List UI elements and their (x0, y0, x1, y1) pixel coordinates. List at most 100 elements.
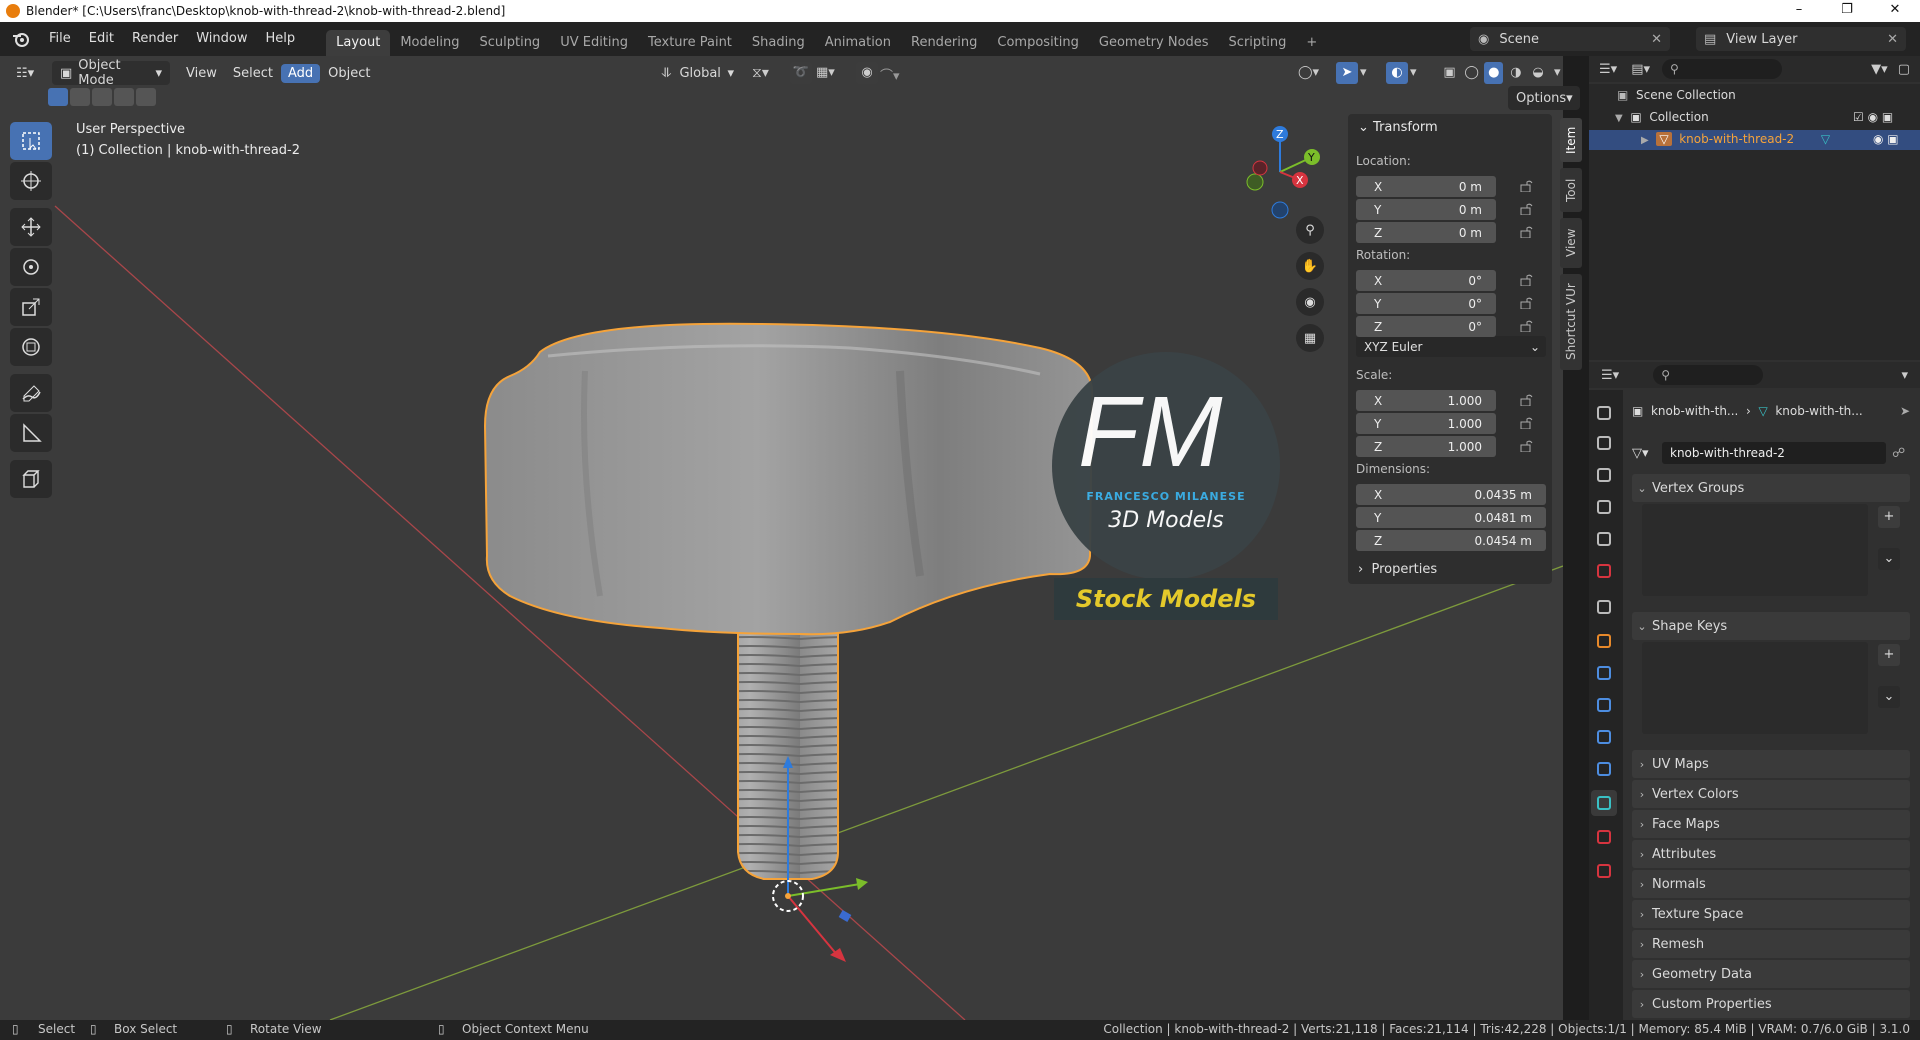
chevron-down-icon[interactable]: ▾ (1360, 65, 1367, 80)
view-layer-selector[interactable]: ▤ View Layer ✕ (1696, 27, 1906, 51)
panel-shape-keys[interactable]: ⌄ Shape Keys (1632, 612, 1910, 640)
transform-header[interactable]: ⌄ Transform (1358, 120, 1438, 135)
dimensions-z-field[interactable]: Z 0.0454 m (1356, 530, 1546, 551)
mesh-browse-icon[interactable]: ▽▾ (1632, 446, 1662, 461)
collection-props-icon[interactable] (1591, 594, 1617, 620)
lock-icon[interactable] (1520, 297, 1534, 310)
specials-menu-icon[interactable]: ⌄ (1878, 686, 1900, 708)
menu-add[interactable]: Add (280, 63, 321, 83)
overlays-icon[interactable]: ◐ (1386, 62, 1408, 84)
particles-props-icon[interactable] (1591, 692, 1617, 718)
tab-geometry-nodes[interactable]: Geometry Nodes (1089, 30, 1219, 56)
cursor-tool[interactable] (10, 162, 52, 200)
menu-object[interactable]: Object (320, 66, 378, 81)
scene-selector[interactable]: ◉ Scene ✕ (1470, 27, 1670, 51)
tab-uv-editing[interactable]: UV Editing (550, 30, 638, 56)
lock-icon[interactable] (1520, 417, 1534, 430)
tab-shortcut-vur[interactable]: Shortcut VUr (1560, 274, 1582, 370)
snap-icon[interactable]: ➰ (790, 62, 812, 84)
object-toggles[interactable]: ◉ ▣ (1873, 132, 1899, 146)
pin-icon[interactable]: ➤ (1900, 404, 1910, 418)
panel-list-area[interactable] (1642, 504, 1868, 596)
rotate-tool[interactable] (10, 248, 52, 286)
world-props-icon[interactable] (1591, 558, 1617, 584)
add-cube-tool[interactable] (10, 460, 52, 498)
menu-render[interactable]: Render (123, 22, 187, 56)
object-props-icon[interactable] (1591, 628, 1617, 654)
tab-tool[interactable]: Tool (1560, 168, 1582, 212)
object-mode-dropdown[interactable]: ▣ Object Mode ▾ (52, 58, 170, 88)
dimensions-x-field[interactable]: X 0.0435 m (1356, 484, 1546, 505)
tab-scripting[interactable]: Scripting (1219, 30, 1297, 56)
rotation-x-field[interactable]: X 0° (1356, 270, 1496, 291)
outliner-collection[interactable]: ▼ ▣ Collection (1615, 110, 1709, 124)
tool-props-icon[interactable] (1591, 400, 1617, 426)
tab-compositing[interactable]: Compositing (987, 30, 1089, 56)
collection-toggles[interactable]: ☑ ◉ ▣ (1853, 110, 1893, 124)
modifier-props-icon[interactable] (1591, 660, 1617, 686)
tab-texture-paint[interactable]: Texture Paint (638, 30, 742, 56)
falloff-icon[interactable]: ⌒▾ (880, 65, 900, 84)
select-box-tool[interactable] (10, 122, 52, 160)
select-subtract-icon[interactable] (92, 88, 112, 106)
breadcrumb-object[interactable]: knob-with-th... (1651, 404, 1738, 418)
close-icon[interactable]: ✕ (1651, 32, 1662, 47)
fake-user-icon[interactable]: ☍ (1892, 446, 1905, 461)
panel-geometry-data[interactable]: › Geometry Data (1632, 960, 1910, 988)
menu-view[interactable]: View (178, 66, 225, 81)
outliner-object[interactable]: ▶ ▽ knob-with-thread-2 ▽ (1641, 132, 1830, 146)
tab-animation[interactable]: Animation (815, 30, 901, 56)
panel-texture-space[interactable]: › Texture Space (1632, 900, 1910, 928)
lock-icon[interactable] (1520, 203, 1534, 216)
menu-help[interactable]: Help (257, 22, 305, 56)
grid-icon[interactable]: ▦ (1296, 324, 1324, 352)
properties-type-icon[interactable]: ☰▾ (1601, 368, 1619, 383)
output-props-icon[interactable] (1591, 462, 1617, 488)
outliner-search[interactable]: ⚲ (1662, 59, 1782, 79)
location-y-field[interactable]: Y 0 m (1356, 199, 1496, 220)
3d-viewport[interactable]: FM FRANCESCO MILANESE 3D Models Stock Mo… (0, 56, 1563, 1020)
menu-window[interactable]: Window (187, 22, 256, 56)
visibility-icon[interactable]: ◯▾ (1298, 65, 1319, 80)
solid-shading-icon[interactable]: ● (1484, 62, 1504, 84)
measure-tool[interactable] (10, 414, 52, 452)
panel-uv-maps[interactable]: › UV Maps (1632, 750, 1910, 778)
tab-layout[interactable]: Layout (326, 30, 391, 56)
lock-icon[interactable] (1520, 320, 1534, 333)
tab-item[interactable]: Item (1560, 118, 1582, 162)
menu-select[interactable]: Select (225, 66, 281, 81)
tab-rendering[interactable]: Rendering (901, 30, 987, 56)
panel-remesh[interactable]: › Remesh (1632, 930, 1910, 958)
panel-vertex-colors[interactable]: › Vertex Colors (1632, 780, 1910, 808)
wireframe-shading-icon[interactable]: ◯ (1462, 62, 1481, 84)
location-z-field[interactable]: Z 0 m (1356, 222, 1496, 243)
lock-icon[interactable] (1520, 180, 1534, 193)
view-layer-props-icon[interactable] (1591, 494, 1617, 520)
panel-normals[interactable]: › Normals (1632, 870, 1910, 898)
lock-icon[interactable] (1520, 440, 1534, 453)
select-difference-icon[interactable] (114, 88, 134, 106)
scale-y-field[interactable]: Y 1.000 (1356, 413, 1496, 434)
zoom-icon[interactable]: ⚲ (1296, 216, 1324, 244)
panel-custom-properties[interactable]: › Custom Properties (1632, 990, 1910, 1018)
mesh-name-field[interactable]: knob-with-thread-2 (1662, 442, 1886, 464)
pan-hand-icon[interactable]: ✋ (1296, 252, 1324, 280)
rotation-mode-dropdown[interactable]: XYZ Euler ⌄ (1356, 336, 1546, 357)
close-button[interactable]: ✕ (1872, 0, 1918, 22)
proportional-edit-icon[interactable]: ◉ (856, 62, 878, 84)
chevron-down-icon[interactable]: ▾ (1901, 368, 1908, 383)
blender-menu-icon[interactable] (10, 28, 32, 50)
outliner-scene-collection[interactable]: ▣ Scene Collection (1617, 88, 1736, 102)
new-collection-icon[interactable]: ▢ (1898, 62, 1910, 77)
chevron-down-icon[interactable]: ▾ (1410, 65, 1417, 80)
outliner-type-icon[interactable]: ☰▾ (1599, 62, 1617, 77)
location-x-field[interactable]: X 0 m (1356, 176, 1496, 197)
chevron-down-icon[interactable]: ▾ (1551, 62, 1564, 84)
menu-file[interactable]: File (40, 22, 80, 56)
editor-type-icon[interactable]: ☷▾ (8, 61, 44, 85)
rotation-z-field[interactable]: Z 0° (1356, 316, 1496, 337)
add-icon[interactable]: + (1878, 644, 1900, 666)
xray-icon[interactable]: ▣ (1440, 62, 1459, 84)
panel-face-maps[interactable]: › Face Maps (1632, 810, 1910, 838)
breadcrumb-mesh[interactable]: knob-with-th... (1775, 404, 1862, 418)
